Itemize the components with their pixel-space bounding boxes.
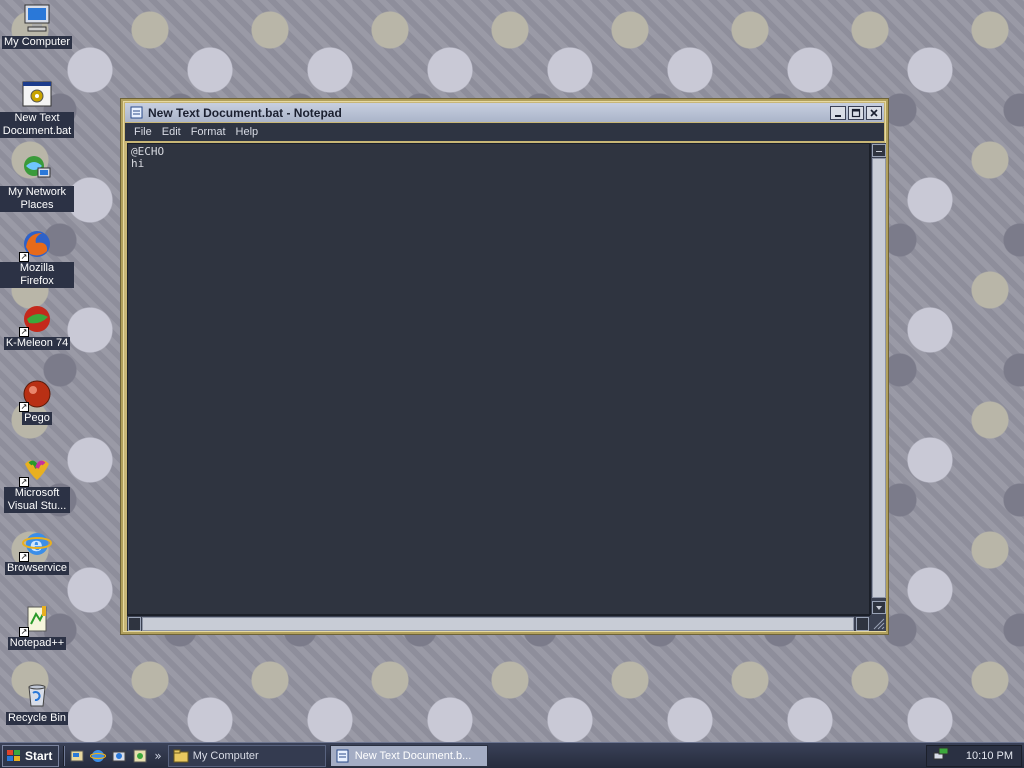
scroll-up-button[interactable] <box>872 144 886 157</box>
internet-explorer-icon: e ↗ <box>19 528 53 562</box>
maximize-icon <box>851 108 861 117</box>
desktop-icon-browservice[interactable]: e ↗ Browservice <box>0 528 74 575</box>
k-meleon-icon: ↗ <box>19 303 53 337</box>
desktop-icon-label: Notepad++ <box>7 637 67 650</box>
close-button[interactable] <box>866 105 882 120</box>
desktop-icon-label: Mozilla Firefox <box>0 262 74 288</box>
quick-launch-chevron[interactable]: » <box>154 749 161 763</box>
menu-edit[interactable]: Edit <box>157 126 186 138</box>
folder-icon <box>173 749 189 762</box>
desktop-icon-network-places[interactable]: My Network Places <box>0 152 74 212</box>
pego-icon: ↗ <box>19 378 53 412</box>
start-label: Start <box>25 748 53 763</box>
minimize-icon <box>835 114 841 117</box>
menu-bar: File Edit Format Help <box>125 123 884 141</box>
desktop-icon-label: My Network Places <box>0 186 74 212</box>
menu-help[interactable]: Help <box>231 126 264 138</box>
menu-file[interactable]: File <box>129 126 157 138</box>
desktop-icon-label: Microsoft Visual Stu... <box>4 487 70 513</box>
desktop-icon-batch-file[interactable]: New Text Document.bat <box>0 78 74 138</box>
minimize-button[interactable] <box>830 105 846 120</box>
computer-icon <box>21 2 53 34</box>
desktop-icon-label: Pego <box>22 412 52 425</box>
vertical-scroll-thumb[interactable] <box>872 158 886 598</box>
desktop-icon-recycle-bin[interactable]: Recycle Bin <box>0 678 74 725</box>
clock[interactable]: 10:10 PM <box>966 750 1013 762</box>
notepad-icon <box>129 106 145 120</box>
desktop-icon-firefox[interactable]: ↗ Mozilla Firefox <box>0 228 74 288</box>
window-titlebar[interactable]: New Text Document.bat - Notepad <box>125 103 884 122</box>
text-editor-area[interactable]: @ECHO hi <box>127 143 870 615</box>
scroll-left-button[interactable] <box>128 617 141 631</box>
vertical-scrollbar[interactable] <box>870 143 886 615</box>
system-tray: 10:10 PM <box>926 744 1022 767</box>
desktop-icon-label: K-Meleon 74 <box>3 337 71 350</box>
start-button[interactable]: Start <box>2 744 60 767</box>
svg-text:e: e <box>30 532 43 556</box>
resize-grip-icon <box>873 618 885 630</box>
internet-explorer-icon[interactable] <box>90 748 107 764</box>
window-title: New Text Document.bat - Notepad <box>148 105 342 120</box>
desktop-icon-visual-studio[interactable]: ↗ Microsoft Visual Stu... <box>0 453 74 513</box>
windows-logo-icon <box>7 749 20 761</box>
visual-studio-icon: ↗ <box>19 453 53 487</box>
network-places-icon <box>21 152 53 184</box>
windows-explorer-icon[interactable] <box>111 748 127 764</box>
desktop-icon-label: New Text Document.bat <box>0 112 74 138</box>
arrow-down-icon <box>876 605 882 610</box>
notepad-icon <box>336 749 349 762</box>
scroll-down-button[interactable] <box>872 601 886 614</box>
desktop-icon-label: Browservice <box>5 562 69 575</box>
notepad-window[interactable]: New Text Document.bat - Notepad File Edi… <box>121 99 888 634</box>
firefox-icon: ↗ <box>19 228 53 262</box>
taskbar-separator <box>63 745 66 766</box>
task-my-computer[interactable]: My Computer <box>167 744 326 767</box>
desktop-icon-pego[interactable]: ↗ Pego <box>0 378 74 425</box>
batch-file-icon <box>21 78 53 110</box>
network-tray-icon[interactable] <box>933 747 949 764</box>
taskbar: Start » My Computer New Text Document.b.… <box>0 742 1024 768</box>
quick-launch <box>69 748 148 764</box>
scroll-right-button[interactable] <box>856 617 869 631</box>
close-icon <box>870 108 878 117</box>
horizontal-scroll-thumb[interactable] <box>142 617 854 631</box>
maximize-button[interactable] <box>848 105 864 120</box>
desktop-icon-notepad-plus-plus[interactable]: ↗ Notepad++ <box>0 603 74 650</box>
task-label: New Text Document.b... <box>354 749 472 762</box>
show-desktop-icon[interactable] <box>69 748 85 764</box>
task-label: My Computer <box>192 749 259 762</box>
arrow-up-icon <box>876 150 882 152</box>
resize-grip[interactable] <box>870 615 886 631</box>
menu-format[interactable]: Format <box>186 126 231 138</box>
horizontal-scrollbar[interactable] <box>127 615 870 631</box>
desktop-icon-label: My Computer <box>1 36 73 49</box>
desktop-icon-k-meleon[interactable]: ↗ K-Meleon 74 <box>0 303 74 350</box>
notepad-plus-plus-icon: ↗ <box>19 603 53 637</box>
recycle-bin-icon <box>21 678 53 710</box>
desktop-icon-label: Recycle Bin <box>5 712 69 725</box>
media-icon[interactable] <box>132 748 148 764</box>
window-controls <box>830 105 884 120</box>
task-notepad[interactable]: New Text Document.b... <box>329 744 488 767</box>
desktop-icon-my-computer[interactable]: My Computer <box>0 2 74 49</box>
